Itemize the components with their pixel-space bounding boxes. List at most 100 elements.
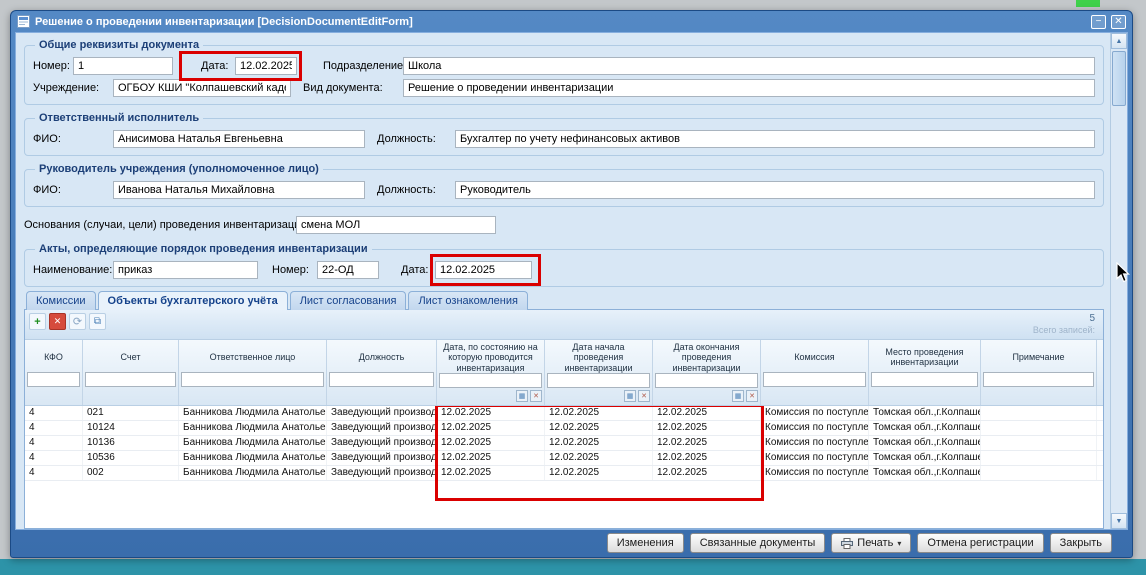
- filter-clear-icon[interactable]: ✕: [530, 390, 542, 402]
- filter-clear-icon[interactable]: ✕: [746, 390, 758, 402]
- button-label: Закрыть: [1060, 537, 1102, 549]
- table-cell: 12.02.2025: [653, 451, 761, 465]
- column-header-9[interactable]: Примечание: [981, 340, 1097, 405]
- table-cell: 10536: [83, 451, 179, 465]
- grid-toolbar-icons: +✕⟳⧉: [29, 313, 106, 330]
- close-button[interactable]: Закрыть: [1050, 533, 1112, 553]
- column-header-7[interactable]: Комиссия: [761, 340, 869, 405]
- column-label: Счет: [85, 342, 176, 372]
- table-cell: Комиссия по поступлени...: [761, 466, 869, 480]
- act-name-input[interactable]: [113, 261, 258, 279]
- scrollbar-thumb[interactable]: [1112, 51, 1126, 106]
- close-button[interactable]: ✕: [1111, 15, 1126, 29]
- column-filter-input[interactable]: [439, 373, 542, 388]
- scroll-up-icon[interactable]: ▲: [1111, 33, 1127, 49]
- table-cell: 002: [83, 466, 179, 480]
- column-header-5[interactable]: Дата начала проведения инвентаризации▦✕: [545, 340, 653, 405]
- table-cell: Комиссия по поступлени...: [761, 421, 869, 435]
- refresh-icon[interactable]: ⟳: [69, 313, 86, 330]
- table-cell: Комиссия по поступлени...: [761, 406, 869, 420]
- table-cell: 12.02.2025: [437, 406, 545, 420]
- column-filter-input[interactable]: [655, 373, 758, 388]
- print-button[interactable]: Печать▾: [831, 533, 911, 553]
- column-filter-input[interactable]: [27, 372, 80, 387]
- column-header-0[interactable]: КФО: [25, 340, 83, 405]
- act-number-label: Номер:: [272, 264, 317, 276]
- head-position-input[interactable]: [455, 181, 1095, 199]
- column-filter-input[interactable]: [329, 372, 434, 387]
- doctype-input[interactable]: [403, 79, 1095, 97]
- act-date-field-group: [435, 261, 532, 279]
- cancel-registration-button[interactable]: Отмена регистрации: [917, 533, 1043, 553]
- act-name-label: Наименование:: [33, 264, 113, 276]
- basis-input[interactable]: [296, 216, 496, 234]
- table-row[interactable]: 4002Банникова Людмила АнатольевнаЗаведую…: [25, 466, 1103, 481]
- act-date-input[interactable]: [435, 261, 532, 279]
- institution-input[interactable]: [113, 79, 291, 97]
- button-label: Отмена регистрации: [927, 537, 1033, 549]
- act-date-label: Дата:: [401, 264, 435, 276]
- objects-tab-panel: +✕⟳⧉ 5 Всего записей: КФОСчетОтветственн…: [24, 309, 1104, 529]
- column-filter-input[interactable]: [763, 372, 866, 387]
- add-icon[interactable]: +: [29, 313, 46, 330]
- scroll-down-icon[interactable]: ▼: [1111, 513, 1127, 529]
- head-fio-label: ФИО:: [33, 184, 113, 196]
- column-header-2[interactable]: Ответственное лицо: [179, 340, 327, 405]
- tab-acquaintance-sheet[interactable]: Лист ознакомления: [408, 291, 528, 310]
- division-input[interactable]: [403, 57, 1095, 75]
- table-cell: 12.02.2025: [653, 436, 761, 450]
- tab-commissions[interactable]: Комиссии: [26, 291, 96, 310]
- column-header-1[interactable]: Счет: [83, 340, 179, 405]
- filter-calendar-icon[interactable]: ▦: [516, 390, 528, 402]
- column-header-4[interactable]: Дата, по состоянию на которую проводится…: [437, 340, 545, 405]
- table-cell: 4: [25, 436, 83, 450]
- number-input[interactable]: [73, 57, 173, 75]
- table-row[interactable]: 410136Банникова Людмила АнатольевнаЗавед…: [25, 436, 1103, 451]
- minimize-button[interactable]: −: [1091, 15, 1106, 29]
- act-number-input[interactable]: [317, 261, 379, 279]
- column-header-8[interactable]: Место проведения инвентаризации: [869, 340, 981, 405]
- table-row[interactable]: 410536Банникова Людмила АнатольевнаЗавед…: [25, 451, 1103, 466]
- column-label: Комиссия: [763, 342, 866, 372]
- acts-section: Акты, определяющие порядок проведения ин…: [24, 243, 1104, 287]
- filter-calendar-icon[interactable]: ▦: [732, 390, 744, 402]
- tab-approval-sheet[interactable]: Лист согласования: [290, 291, 407, 310]
- filter-calendar-icon[interactable]: ▦: [624, 390, 636, 402]
- column-header-6[interactable]: Дата окончания проведения инвентаризации…: [653, 340, 761, 405]
- table-row[interactable]: 410124Банникова Людмила АнатольевнаЗавед…: [25, 421, 1103, 436]
- executor-fio-input[interactable]: [113, 130, 365, 148]
- column-filter-input[interactable]: [181, 372, 324, 387]
- date-filter-icons: ▦✕: [655, 390, 758, 402]
- table-cell: Банникова Людмила Анатольевна: [179, 451, 327, 465]
- table-cell: 12.02.2025: [545, 451, 653, 465]
- table-cell: Банникова Людмила Анатольевна: [179, 421, 327, 435]
- column-filter-input[interactable]: [547, 373, 650, 388]
- column-filter-input[interactable]: [983, 372, 1094, 387]
- desktop-green-fragment: [1076, 0, 1100, 7]
- button-label: Печать: [857, 537, 893, 549]
- column-filter-input[interactable]: [871, 372, 978, 387]
- head-fio-input[interactable]: [113, 181, 365, 199]
- linked-documents-button[interactable]: Связанные документы: [690, 533, 826, 553]
- changes-button[interactable]: Изменения: [607, 533, 684, 553]
- filter-clear-icon[interactable]: ✕: [638, 390, 650, 402]
- executor-fio-label: ФИО:: [33, 133, 113, 145]
- records-info: 5 Всего записей:: [1033, 313, 1097, 336]
- table-cell: Заведующий производст...: [327, 406, 437, 420]
- vertical-scrollbar[interactable]: ▲ ▼: [1110, 33, 1127, 529]
- general-legend: Общие реквизиты документа: [35, 39, 203, 51]
- table-cell: Комиссия по поступлени...: [761, 451, 869, 465]
- column-label: КФО: [27, 342, 80, 372]
- tab-accounting-objects[interactable]: Объекты бухгалтерского учёта: [98, 291, 288, 310]
- executor-position-input[interactable]: [455, 130, 1095, 148]
- date-input[interactable]: [235, 57, 297, 75]
- table-row[interactable]: 4021Банникова Людмила АнатольевнаЗаведую…: [25, 406, 1103, 421]
- delete-icon[interactable]: ✕: [49, 313, 66, 330]
- executor-section: Ответственный исполнитель ФИО: Должность…: [24, 112, 1104, 156]
- table-cell: Банникова Людмила Анатольевна: [179, 436, 327, 450]
- records-count: 5: [1033, 313, 1095, 325]
- column-filter-input[interactable]: [85, 372, 176, 387]
- copy-icon[interactable]: ⧉: [89, 313, 106, 330]
- window-titlebar[interactable]: Решение о проведении инвентаризации [Dec…: [11, 11, 1132, 32]
- column-header-3[interactable]: Должность: [327, 340, 437, 405]
